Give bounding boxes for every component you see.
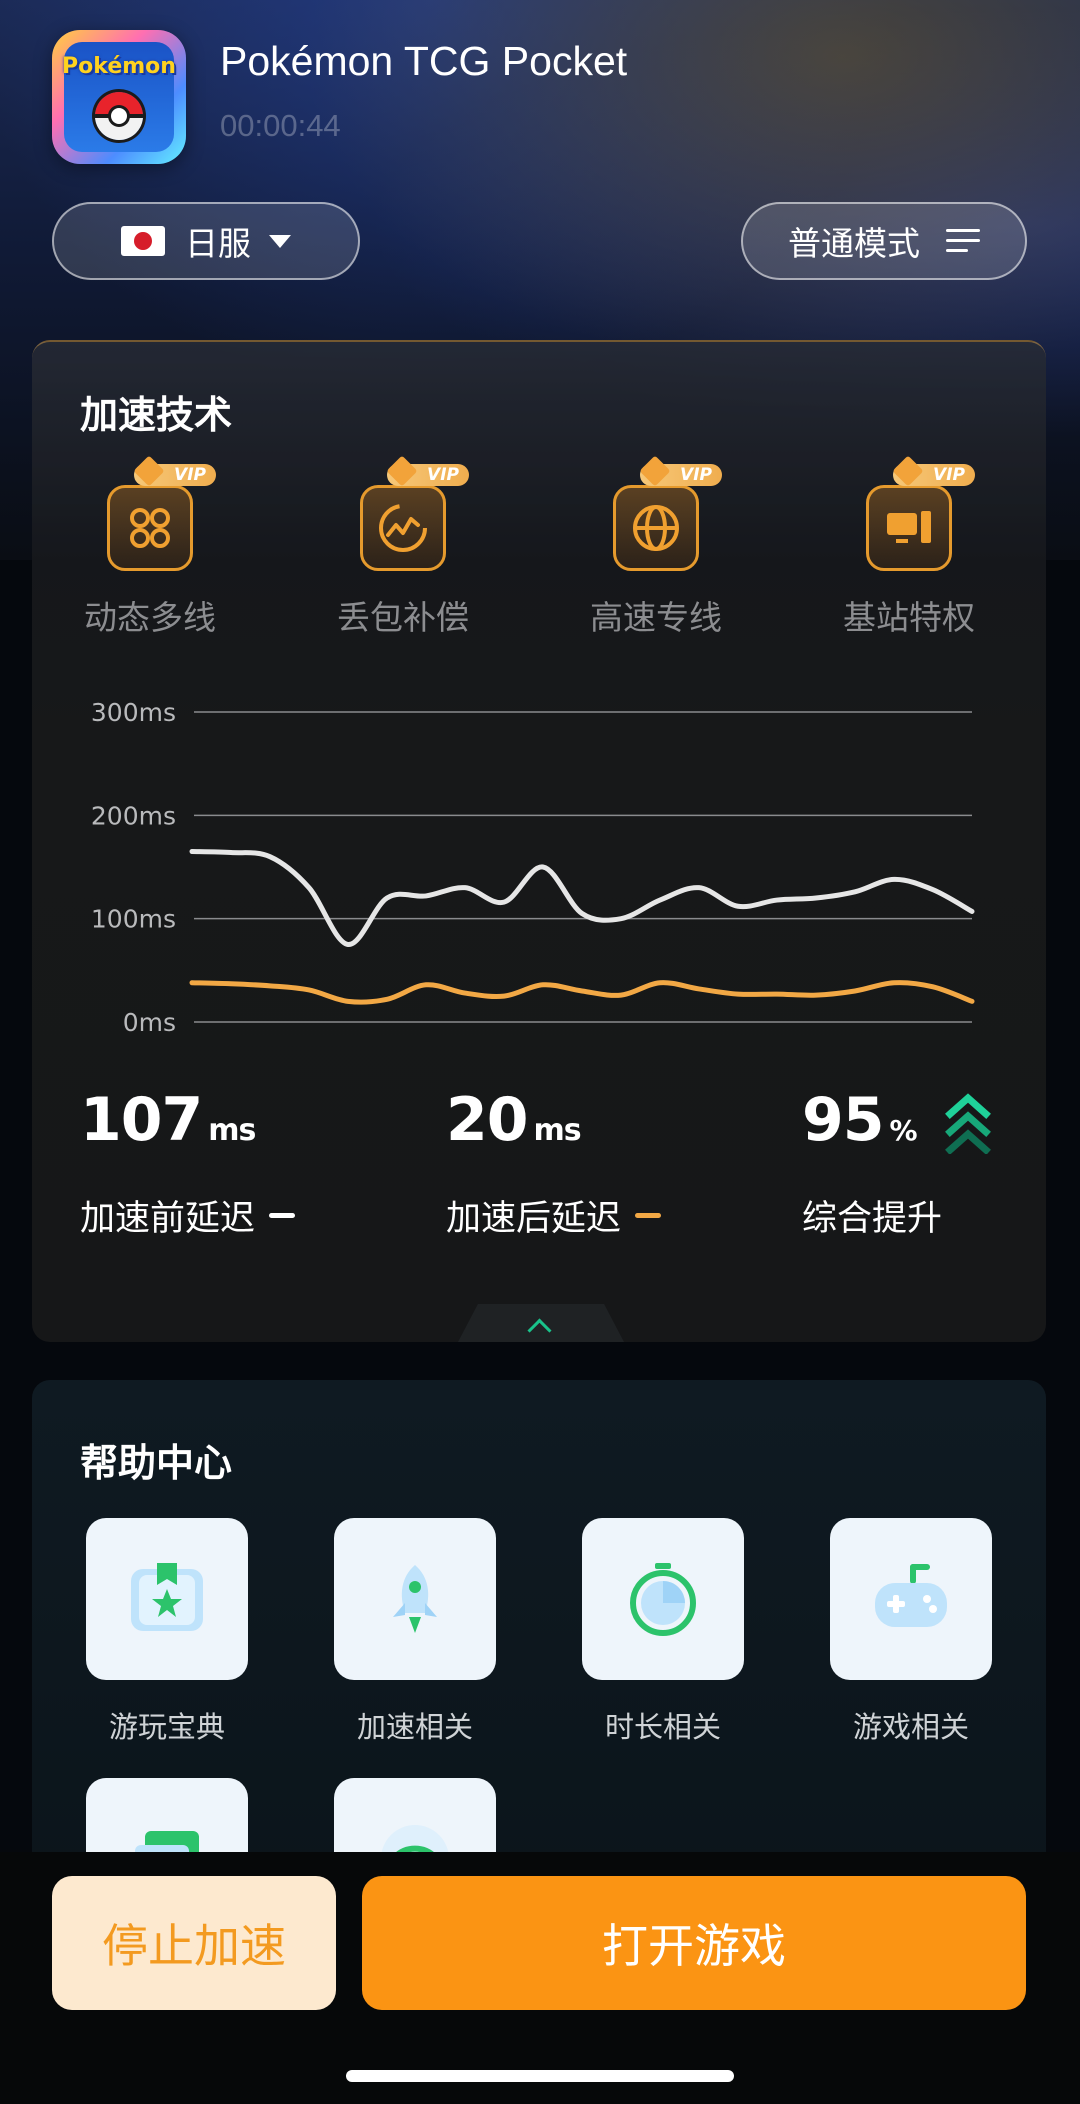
before-latency-unit: ms [208, 1113, 256, 1148]
help-item-label: 游玩宝典 [108, 1710, 225, 1744]
after-latency-text: 加速后延迟 [446, 1199, 622, 1239]
help-item-acceleration[interactable]: 加速相关 [334, 1518, 496, 1746]
mode-selector[interactable]: 普通模式 [741, 202, 1027, 280]
feature-high-speed-line[interactable]: VIP 高速专线 [566, 464, 746, 639]
y-tick-label: 300ms [91, 698, 176, 727]
rocket-icon [334, 1518, 496, 1680]
y-tick-label: 0ms [123, 1008, 176, 1037]
game-app-icon: Pokémon [52, 30, 186, 164]
before-latency-text: 加速前延迟 [80, 1199, 256, 1239]
acceleration-timer: 00:00:44 [220, 108, 341, 143]
stopwatch-icon [582, 1518, 744, 1680]
infinity-knot-icon: VIP [107, 464, 216, 571]
vip-badge: VIP [387, 464, 469, 486]
feature-label: 动态多线 [84, 598, 216, 637]
after-latency-value: 20 ms [446, 1085, 582, 1155]
before-latency-label: 加速前延迟 [80, 1190, 296, 1241]
feature-dynamic-multiline[interactable]: VIP 动态多线 [60, 464, 240, 639]
boost-number: 95 [802, 1085, 884, 1155]
help-center-title: 帮助中心 [80, 1441, 233, 1485]
caret-down-icon [269, 234, 291, 248]
stop-acceleration-button[interactable]: 停止加速 [52, 1876, 336, 2010]
region-selector[interactable]: 日服 [52, 202, 360, 280]
open-game-button[interactable]: 打开游戏 [362, 1876, 1026, 2010]
help-item-label: 游戏相关 [852, 1710, 969, 1744]
game-title: Pokémon TCG Pocket [220, 38, 628, 84]
collapse-toggle[interactable] [458, 1304, 624, 1342]
help-item-label: 加速相关 [356, 1710, 473, 1744]
feature-label: 丢包补偿 [337, 598, 469, 637]
before-latency-value: 107 ms [80, 1085, 256, 1155]
packet-wave-icon: VIP [360, 464, 469, 571]
after-latency-unit: ms [533, 1113, 582, 1148]
region-label: 日服 [185, 224, 251, 263]
y-tick-label: 200ms [91, 801, 176, 830]
vip-badge: VIP [893, 464, 975, 486]
triple-up-arrow-icon [945, 1093, 991, 1154]
feature-packet-compensation[interactable]: VIP 丢包补偿 [313, 464, 493, 639]
guide-book-icon [86, 1518, 248, 1680]
after-latency-label: 加速后延迟 [446, 1190, 662, 1241]
boost-value: 95% [802, 1085, 918, 1155]
before-latency-number: 107 [80, 1085, 203, 1155]
desktop-computer-icon: VIP [866, 464, 975, 571]
after-latency-series-line [189, 980, 975, 1005]
pokemon-logo-text: Pokémon [62, 54, 176, 79]
vip-badge: VIP [640, 464, 722, 486]
boost-label: 综合提升 [802, 1199, 943, 1239]
chevron-up-icon [527, 1318, 552, 1342]
after-latency-number: 20 [446, 1085, 528, 1155]
mode-label: 普通模式 [788, 224, 920, 263]
list-menu-icon [946, 227, 980, 255]
help-item-label: 时长相关 [604, 1710, 721, 1744]
before-latency-series-line [189, 849, 975, 947]
boost-unit: % [889, 1114, 918, 1147]
japan-flag-icon [121, 226, 165, 256]
latency-chart-svg: 300ms 200ms 100ms 0ms [91, 698, 975, 1037]
home-indicator[interactable] [346, 2070, 734, 2082]
feature-label: 基站特权 [843, 598, 975, 637]
help-item-duration[interactable]: 时长相关 [582, 1518, 744, 1746]
y-tick-label: 100ms [91, 905, 176, 934]
after-legend-dash [635, 1213, 662, 1218]
latency-chart: 300ms 200ms 100ms 0ms [60, 680, 1020, 1050]
globe-icon: VIP [613, 464, 722, 571]
help-item-guide[interactable]: 游玩宝典 [86, 1518, 248, 1746]
pokeball-icon [95, 92, 143, 140]
vip-badge: VIP [134, 464, 216, 486]
accel-tech-title: 加速技术 [80, 393, 233, 437]
help-item-game[interactable]: 游戏相关 [830, 1518, 992, 1746]
feature-label: 高速专线 [590, 598, 722, 637]
feature-base-station-privilege[interactable]: VIP 基站特权 [819, 464, 999, 639]
before-legend-dash [269, 1213, 296, 1218]
gamepad-icon [830, 1518, 992, 1680]
